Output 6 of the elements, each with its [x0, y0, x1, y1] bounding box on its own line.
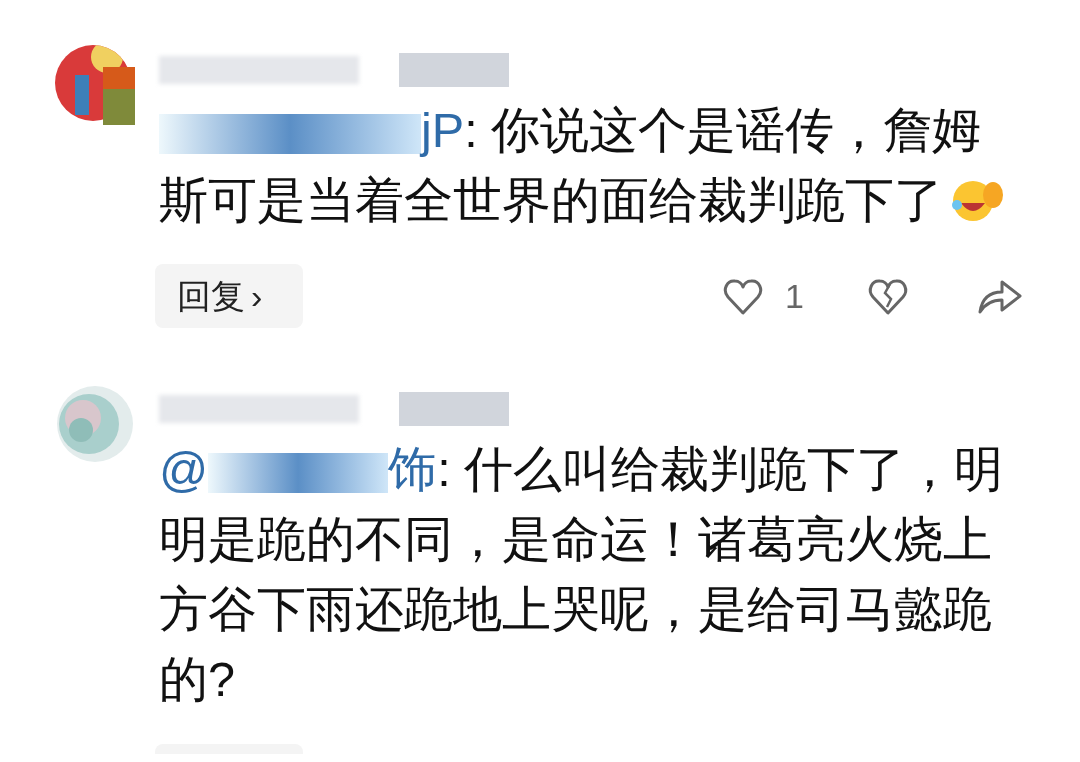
- comment-text: @ 饰: 什么叫给裁判跪下了，明明是跪的不同，是命运！诸葛亮火烧上方谷下雨还跪地上哭呢，是给司马懿跪的?: [159, 441, 1005, 708]
- like-button[interactable]: 1: [721, 270, 804, 322]
- avatar[interactable]: [55, 45, 135, 125]
- comment-text: jP: 你说这个是谣传，詹姆斯可是当着全世界的面给裁判跪下了: [159, 95, 1030, 235]
- mention-link[interactable]: @ 饰: [159, 442, 438, 496]
- reply-button[interactable]: 回复 ›: [155, 264, 303, 328]
